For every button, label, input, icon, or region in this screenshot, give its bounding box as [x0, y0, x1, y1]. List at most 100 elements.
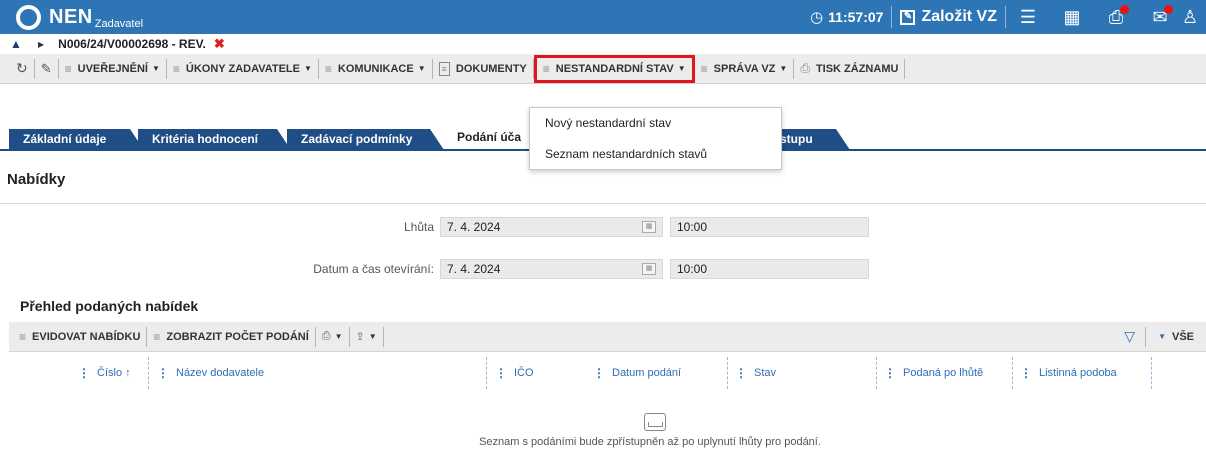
- tab-podani-ucasti[interactable]: Podání úča: [445, 126, 535, 150]
- column-stav-label: Stav: [754, 367, 777, 379]
- create-vz-button[interactable]: ✎ Založit VZ: [891, 6, 1006, 28]
- calculator-button[interactable]: ▦: [1050, 0, 1094, 34]
- caret-down-icon: ▼: [151, 64, 160, 73]
- close-icon[interactable]: ✖: [214, 36, 225, 52]
- list-icon: ≡: [324, 61, 332, 76]
- inbox-empty-icon: [644, 413, 666, 431]
- calendar-icon[interactable]: ▦: [642, 221, 656, 233]
- column-divider: [148, 357, 149, 389]
- user-button[interactable]: ♙: [1182, 0, 1206, 34]
- list-icon: ≡: [64, 61, 72, 76]
- messages-button[interactable]: ✉: [1138, 0, 1182, 34]
- column-cislo-label: Číslo ↑: [97, 367, 131, 379]
- export-icon: ⇪: [355, 331, 365, 343]
- column-drag-icon: ⋮: [78, 366, 90, 380]
- list-icon: ≡: [542, 61, 550, 76]
- komunikace-menu[interactable]: ≡ KOMUNIKACE ▼: [319, 58, 432, 80]
- dokumenty-label: DOKUMENTY: [455, 62, 527, 75]
- notification-dot: [1120, 5, 1129, 14]
- uverejneni-label: UVEŘEJNĚNÍ: [77, 62, 148, 75]
- lhuta-label: Lhůta: [403, 220, 434, 234]
- lhuta-time-field[interactable]: 10:00: [670, 217, 869, 237]
- caret-down-icon: ▼: [779, 64, 788, 73]
- toolbar-divider: [382, 326, 384, 347]
- lhuta-date-field[interactable]: 7. 4. 2024: [440, 217, 663, 237]
- refresh-icon: ↻: [16, 60, 28, 76]
- tab-zadavaci-podminky[interactable]: Zadávací podmínky: [287, 129, 444, 150]
- column-listinna-podoba[interactable]: ⋮ Listinná podoba: [1020, 352, 1117, 394]
- tisk-zaznamu-button[interactable]: ⎙ TISK ZÁZNAMU: [794, 58, 904, 80]
- app-root: NEN Zadavatel ◷ 11:57:07 ✎ Založit VZ ☰ …: [0, 0, 1206, 466]
- caret-down-icon: ▼: [1158, 332, 1166, 341]
- list-icon: ≡: [19, 329, 27, 344]
- column-divider: [486, 357, 487, 389]
- column-drag-icon: ⋮: [593, 366, 605, 380]
- column-stav[interactable]: ⋮ Stav: [735, 352, 776, 394]
- breadcrumb-code[interactable]: N006/24/V00002698 - REV.: [58, 37, 206, 51]
- column-divider: [1012, 357, 1013, 389]
- column-listinna-label: Listinná podoba: [1039, 367, 1117, 379]
- column-podana-po-lhute[interactable]: ⋮ Podaná po lhůtě: [884, 352, 983, 394]
- nestandardni-stav-menu[interactable]: ≡ NESTANDARDNÍ STAV ▼: [533, 54, 695, 83]
- column-ico[interactable]: ⋮ IČO: [495, 352, 534, 394]
- print-icon: ⎙: [800, 61, 810, 75]
- brand-sub: Zadavatel: [94, 18, 144, 30]
- nen-logo[interactable]: NEN Zadavatel: [16, 5, 143, 31]
- list-icon: ≡: [700, 61, 708, 76]
- refresh-button[interactable]: ↻: [10, 58, 34, 80]
- caret-down-icon: ▼: [303, 64, 312, 73]
- column-divider: [727, 357, 728, 389]
- uverejneni-menu[interactable]: ≡ UVEŘEJNĚNÍ ▼: [59, 58, 166, 80]
- menu-button[interactable]: ☰: [1006, 0, 1050, 34]
- sprava-vz-menu[interactable]: ≡ SPRÁVA VZ ▼: [695, 58, 794, 80]
- calendar-icon[interactable]: ▦: [642, 263, 656, 275]
- user-icon: ♙: [1182, 6, 1199, 27]
- otevirani-time-field[interactable]: 10:00: [670, 259, 869, 279]
- notification-dot: [1164, 5, 1173, 14]
- dokumenty-button[interactable]: ≡ DOKUMENTY: [433, 58, 533, 80]
- session-time: 11:57:07: [828, 9, 884, 25]
- breadcrumb: ▲ ▶ N006/24/V00002698 - REV. ✖: [0, 34, 1206, 54]
- column-cislo[interactable]: ⋮ Číslo ↑: [78, 352, 131, 394]
- menu-item-novy-nestandardni-stav[interactable]: Nový nestandardní stav: [530, 108, 781, 139]
- komunikace-label: KOMUNIKACE: [337, 62, 414, 75]
- print-menu[interactable]: ⎙ ▼: [316, 326, 349, 348]
- ukony-label: ÚKONY ZADAVATELE: [185, 62, 300, 75]
- menu-item-seznam-nestandardnich-stavu[interactable]: Seznam nestandardních stavů: [530, 139, 781, 170]
- export-menu[interactable]: ⇪ ▼: [350, 326, 383, 348]
- toolbar-divider: [904, 58, 906, 79]
- calculator-icon: ▦: [1063, 6, 1081, 27]
- evidovat-label: EVIDOVAT NABÍDKU: [32, 330, 141, 343]
- top-bar-right: ◷ 11:57:07 ✎ Založit VZ ☰ ▦ ⎙ ✉ ♙: [810, 0, 1206, 34]
- home-icon[interactable]: ▲: [10, 37, 28, 51]
- column-drag-icon: ⋮: [495, 366, 507, 380]
- chevron-right-icon: ▶: [38, 39, 45, 49]
- column-datum-podani[interactable]: ⋮ Datum podání: [593, 352, 681, 394]
- tab-zakladni-udaje[interactable]: Základní údaje: [9, 129, 144, 150]
- column-nazev-dodavatele[interactable]: ⋮ Název dodavatele: [157, 352, 264, 394]
- session-clock: ◷ 11:57:07: [810, 8, 883, 26]
- overview-title: Přehled podaných nabídek: [20, 298, 199, 314]
- zobrazit-pocet-button[interactable]: ≡ ZOBRAZIT POČET PODÁNÍ: [147, 326, 314, 348]
- print-icon: ⎙: [321, 330, 331, 342]
- list-icon: ≡: [153, 329, 161, 344]
- sprava-label: SPRÁVA VZ: [713, 62, 776, 75]
- caret-down-icon: ▼: [334, 332, 343, 341]
- vse-filter-button[interactable]: ▼ VŠE: [1146, 326, 1200, 348]
- tab-kriteria-hodnoceni[interactable]: Kritéria hodnocení: [138, 129, 291, 150]
- grid-header: ⋮ Číslo ↑ ⋮ Název dodavatele ⋮ IČO ⋮ Datum p…: [9, 352, 1206, 394]
- create-vz-label: Založit VZ: [921, 8, 997, 25]
- zobrazit-label: ZOBRAZIT POČET PODÁNÍ: [166, 330, 309, 343]
- grid-toolbar: ≡ EVIDOVAT NABÍDKU ≡ ZOBRAZIT POČET PODÁNÍ…: [9, 322, 1206, 352]
- grid-toolbar-right: ▽ ▼ VŠE: [1124, 326, 1206, 348]
- otevirani-date-field[interactable]: 7. 4. 2024: [440, 259, 663, 279]
- caret-down-icon: ▼: [417, 64, 426, 73]
- ukony-menu[interactable]: ≡ ÚKONY ZADAVATELE ▼: [167, 58, 318, 80]
- filter-icon[interactable]: ▽: [1124, 328, 1135, 345]
- top-bar: NEN Zadavatel ◷ 11:57:07 ✎ Založit VZ ☰ …: [0, 0, 1206, 34]
- edit-button[interactable]: ✎: [35, 58, 58, 80]
- column-datum-label: Datum podání: [612, 367, 682, 379]
- evidovat-nabidku-button[interactable]: ≡ EVIDOVAT NABÍDKU: [13, 326, 146, 348]
- column-nazev-label: Název dodavatele: [176, 367, 265, 379]
- inbox-button[interactable]: ⎙: [1094, 0, 1138, 34]
